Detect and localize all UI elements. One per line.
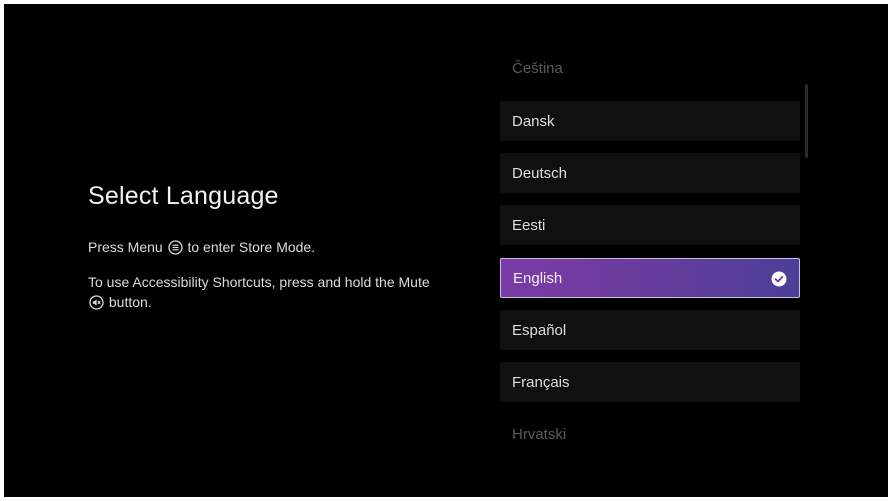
store-mode-hint-end: to enter Store Mode. xyxy=(187,239,316,255)
info-panel: Select Language Press Menu to enter Stor… xyxy=(88,182,448,327)
language-label: Eesti xyxy=(512,216,546,234)
language-item-francais[interactable]: Français xyxy=(500,362,800,402)
language-label: Čeština xyxy=(512,59,563,77)
accessibility-hint-start: To use Accessibility Shortcuts, press an… xyxy=(88,274,430,290)
page-title: Select Language xyxy=(88,182,279,210)
language-item-deutsch[interactable]: Deutsch xyxy=(500,153,800,193)
mute-button-icon xyxy=(89,295,104,315)
language-label: Deutsch xyxy=(512,164,568,182)
store-mode-hint-start: Press Menu xyxy=(88,239,163,255)
language-item-cestina[interactable]: Čeština xyxy=(500,56,800,88)
language-label: Dansk xyxy=(512,112,555,130)
language-item-dansk[interactable]: Dansk xyxy=(500,101,800,141)
accessibility-hint-end: button. xyxy=(108,294,152,310)
language-item-english[interactable]: English xyxy=(500,258,800,298)
language-label: English xyxy=(513,269,563,287)
language-label: Español xyxy=(512,321,567,339)
language-item-espanol[interactable]: Español xyxy=(500,310,800,350)
language-label: Français xyxy=(512,373,570,391)
accessibility-hint: To use Accessibility Shortcuts, press an… xyxy=(88,272,448,315)
tv-screen: Select Language Press Menu to enter Stor… xyxy=(4,4,888,497)
list-scrollbar[interactable] xyxy=(805,84,808,158)
store-mode-hint: Press Menu to enter Store Mode. xyxy=(88,237,448,260)
language-item-eesti[interactable]: Eesti xyxy=(500,205,800,245)
language-label: Hrvatski xyxy=(512,425,567,443)
language-list[interactable]: Čeština Dansk Deutsch Eesti English Espa… xyxy=(500,56,800,456)
language-item-hrvatski[interactable]: Hrvatski xyxy=(500,414,800,454)
checkmark-icon xyxy=(771,271,787,287)
menu-button-icon xyxy=(167,240,183,260)
